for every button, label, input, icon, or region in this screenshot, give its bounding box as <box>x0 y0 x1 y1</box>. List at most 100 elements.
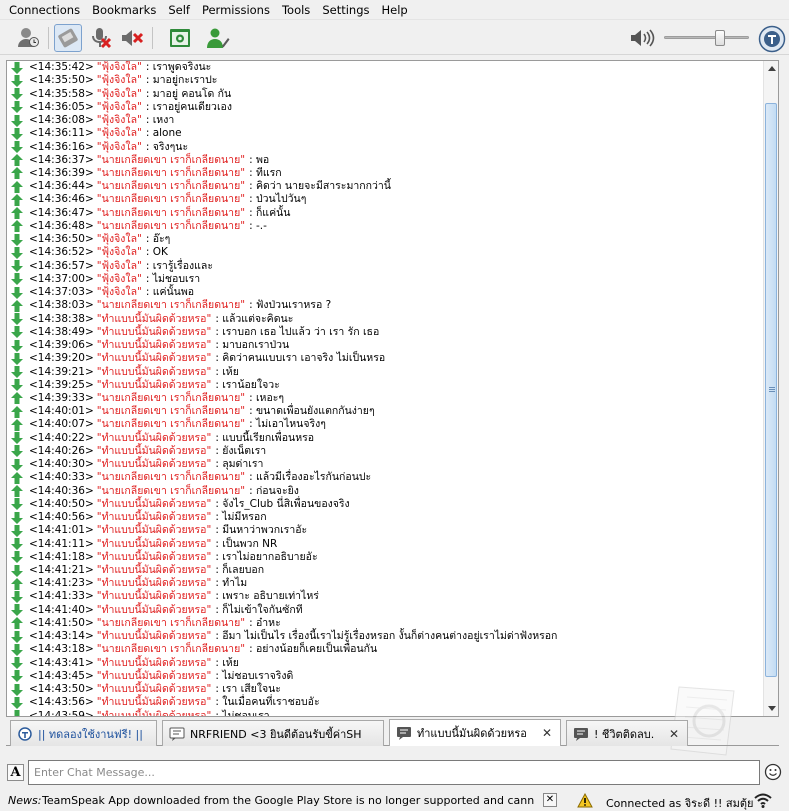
message-nickname[interactable]: "ทำแบบนี้มันผิดด้วยหรอ" <box>97 538 212 551</box>
message-nickname[interactable]: "นายเกลียดเขา เราก็เกลียดนาย" <box>97 154 245 167</box>
close-tab-icon[interactable]: ✕ <box>669 727 679 741</box>
chat-message: <14:40:22> "ทำแบบนี้มันผิดด้วยหรอ": แบบนี… <box>10 432 763 445</box>
tab-channel[interactable]: NRFRIEND <3 ยินดีต้อนรับขี้ค่าSH <box>162 720 384 746</box>
tab-server[interactable]: || ทดลองใช้งานฟรี! || <box>10 720 157 746</box>
tab-private-chat-active[interactable]: ทำแบบนี้มันผิดด้วยหรอ ✕ <box>389 719 561 746</box>
message-nickname[interactable]: "ทำแบบนี้มันผิดด้วยหรอ" <box>97 498 212 511</box>
outgoing-arrow-icon <box>11 471 23 484</box>
message-nickname[interactable]: "นายเกลียดเขา เราก็เกลียดนาย" <box>97 643 245 656</box>
message-nickname[interactable]: "ทำแบบนี้มันผิดด้วยหรอ" <box>97 590 212 603</box>
message-time: <14:40:56> <box>29 511 94 524</box>
mute-microphone-button[interactable] <box>86 24 114 52</box>
message-nickname[interactable]: "ทำแบบนี้มันผิดด้วยหรอ" <box>97 379 212 392</box>
message-nickname[interactable]: "นายเกลียดเขา เราก็เกลียดนาย" <box>97 180 245 193</box>
text-format-button[interactable]: A <box>7 764 24 781</box>
message-time: <14:37:00> <box>29 272 94 285</box>
menu-settings[interactable]: Settings <box>316 0 375 20</box>
message-nickname[interactable]: "นายเกลียดเขา เราก็เกลียดนาย" <box>97 405 245 418</box>
message-nickname[interactable]: "ทำแบบนี้มันผิดด้วยหรอ" <box>97 352 212 365</box>
message-time: <14:36:05> <box>29 100 94 113</box>
message-nickname[interactable]: "ทำแบบนี้มันผิดด้วยหรอ" <box>97 696 212 709</box>
message-nickname[interactable]: "ฟุ้งจิงใล" <box>97 127 142 140</box>
teamspeak-logo-icon[interactable] <box>758 25 786 53</box>
message-nickname[interactable]: "นายเกลียดเขา เราก็เกลียดนาย" <box>97 207 245 220</box>
message-nickname[interactable]: "ทำแบบนี้มันผิดด้วยหรอ" <box>97 564 212 577</box>
message-nickname[interactable]: "ฟุ้งจิงใล" <box>97 88 142 101</box>
message-nickname[interactable]: "ทำแบบนี้มันผิดด้วยหรอ" <box>97 458 212 471</box>
message-nickname[interactable]: "ฟุ้งจิงใล" <box>97 273 142 286</box>
message-nickname[interactable]: "นายเกลียดเขา เราก็เกลียดนาย" <box>97 392 245 405</box>
message-nickname[interactable]: "นายเกลียดเขา เราก็เกลียดนาย" <box>97 167 245 180</box>
chat-message-input[interactable] <box>28 760 760 785</box>
away-button[interactable] <box>14 24 42 52</box>
message-nickname[interactable]: "นายเกลียดเขา เราก็เกลียดนาย" <box>97 299 245 312</box>
message-nickname[interactable]: "ทำแบบนี้มันผิดด้วยหรอ" <box>97 339 212 352</box>
message-time: <14:40:30> <box>29 458 94 471</box>
message-time: <14:36:08> <box>29 114 94 127</box>
message-nickname[interactable]: "ฟุ้งจิงใล" <box>97 114 142 127</box>
avatar-button[interactable] <box>204 24 232 52</box>
volume-slider-thumb[interactable] <box>715 30 725 46</box>
chat-message: <14:41:50> "นายเกลียดเขา เราก็เกลียดนาย":… <box>10 617 763 630</box>
channel-commander-button[interactable] <box>166 24 194 52</box>
chat-message: <14:38:03> "นายเกลียดเขา เราก็เกลียดนาย":… <box>10 299 763 312</box>
message-time: <14:36:52> <box>29 246 94 259</box>
message-nickname[interactable]: "ทำแบบนี้มันผิดด้วยหรอ" <box>97 432 212 445</box>
message-nickname[interactable]: "ทำแบบนี้มันผิดด้วยหรอ" <box>97 313 212 326</box>
menu-permissions[interactable]: Permissions <box>196 0 276 20</box>
news-ticker: TeamSpeak App downloaded from the Google… <box>42 794 534 807</box>
close-news-icon[interactable]: ✕ <box>543 793 557 807</box>
message-nickname[interactable]: "ทำแบบนี้มันผิดด้วยหรอ" <box>97 604 212 617</box>
incoming-arrow-icon <box>11 74 23 87</box>
message-nickname[interactable]: "ทำแบบนี้มันผิดด้วยหรอ" <box>97 657 212 670</box>
menu-bookmarks[interactable]: Bookmarks <box>86 0 162 20</box>
menu-help[interactable]: Help <box>375 0 413 20</box>
chat-message: <14:41:40> "ทำแบบนี้มันผิดด้วยหรอ": ก็ไม่… <box>10 604 763 617</box>
message-nickname[interactable]: "ทำแบบนี้มันผิดด้วยหรอ" <box>97 630 212 643</box>
scroll-thumb[interactable] <box>765 103 777 677</box>
message-nickname[interactable]: "นายเกลียดเขา เราก็เกลียดนาย" <box>97 220 245 233</box>
push-to-talk-button[interactable] <box>54 24 82 52</box>
message-nickname[interactable]: "ทำแบบนี้มันผิดด้วยหรอ" <box>97 524 212 537</box>
message-nickname[interactable]: "ทำแบบนี้มันผิดด้วยหรอ" <box>97 445 212 458</box>
message-nickname[interactable]: "ทำแบบนี้มันผิดด้วยหรอ" <box>97 670 212 683</box>
message-nickname[interactable]: "ทำแบบนี้มันผิดด้วยหรอ" <box>97 710 212 716</box>
message-text: : มาบอกเราป่วน <box>215 339 290 352</box>
menu-connections[interactable]: Connections <box>3 0 86 20</box>
menu-self[interactable]: Self <box>162 0 196 20</box>
close-tab-icon[interactable]: ✕ <box>542 726 552 740</box>
message-nickname[interactable]: "นายเกลียดเขา เราก็เกลียดนาย" <box>97 485 245 498</box>
message-nickname[interactable]: "ทำแบบนี้มันผิดด้วยหรอ" <box>97 683 212 696</box>
tab-private-chat[interactable]: ! ชีวิตติดลบ. ✕ <box>566 720 688 746</box>
menu-tools[interactable]: Tools <box>276 0 316 20</box>
scroll-down-button[interactable] <box>764 701 779 716</box>
message-nickname[interactable]: "ฟุ้งจิงใล" <box>97 233 142 246</box>
message-nickname[interactable]: "ทำแบบนี้มันผิดด้วยหรอ" <box>97 511 212 524</box>
message-nickname[interactable]: "ทำแบบนี้มันผิดด้วยหรอ" <box>97 326 212 339</box>
message-nickname[interactable]: "ฟุ้งจิงใล" <box>97 286 142 299</box>
message-text: : แบบนี้เรียกเพื่อนหรอ <box>215 431 315 444</box>
emoticon-icon[interactable] <box>764 763 782 781</box>
message-text: : ฟังป่วนเราหรอ ? <box>249 299 332 312</box>
message-nickname[interactable]: "ฟุ้งจิงใล" <box>97 74 142 87</box>
volume-slider-track[interactable] <box>664 36 749 39</box>
message-nickname[interactable]: "ทำแบบนี้มันผิดด้วยหรอ" <box>97 366 212 379</box>
message-nickname[interactable]: "นายเกลียดเขา เราก็เกลียดนาย" <box>97 471 245 484</box>
message-nickname[interactable]: "ฟุ้งจิงใล" <box>97 61 142 74</box>
message-text: : แค่นั้นพอ <box>145 286 195 299</box>
message-nickname[interactable]: "นายเกลียดเขา เราก็เกลียดนาย" <box>97 617 245 630</box>
message-nickname[interactable]: "นายเกลียดเขา เราก็เกลียดนาย" <box>97 193 245 206</box>
message-nickname[interactable]: "ฟุ้งจิงใล" <box>97 101 142 114</box>
chat-scrollbar[interactable] <box>763 61 778 716</box>
message-nickname[interactable]: "ฟุ้งจิงใล" <box>97 246 142 259</box>
message-nickname[interactable]: "นายเกลียดเขา เราก็เกลียดนาย" <box>97 418 245 431</box>
away-icon <box>18 28 39 47</box>
message-time: <14:39:21> <box>29 365 94 378</box>
message-nickname[interactable]: "ฟุ้งจิงใล" <box>97 260 142 273</box>
message-nickname[interactable]: "ฟุ้งจิงใล" <box>97 141 142 154</box>
mute-speakers-button[interactable] <box>118 24 146 52</box>
message-nickname[interactable]: "ทำแบบนี้มันผิดด้วยหรอ" <box>97 551 212 564</box>
message-nickname[interactable]: "ทำแบบนี้มันผิดด้วยหรอ" <box>97 577 212 590</box>
incoming-arrow-icon <box>11 273 23 286</box>
scroll-up-button[interactable] <box>764 61 779 76</box>
